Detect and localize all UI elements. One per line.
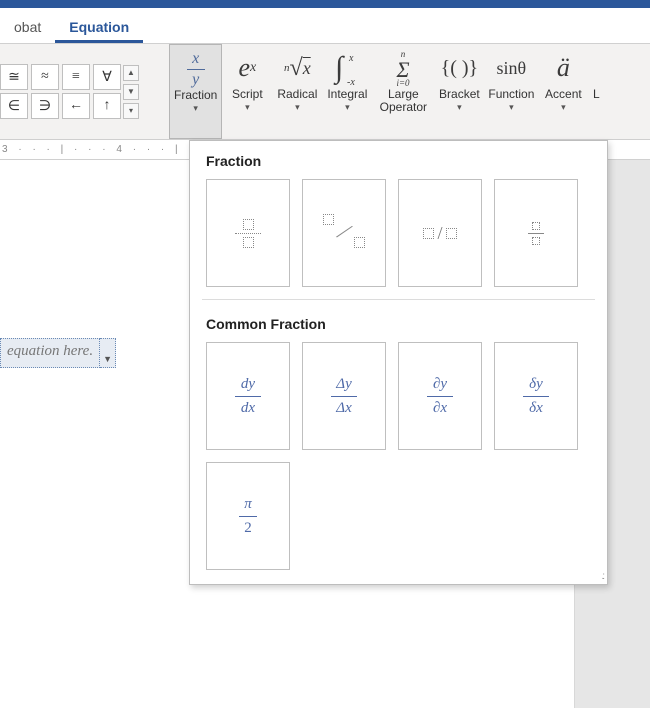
fraction-denominator: 2 [244,520,252,537]
svg-text:-x: -x [347,77,355,87]
symbol-cell[interactable]: ← [62,93,90,119]
title-bar [0,0,650,8]
symbol-cell[interactable]: ↑ [93,93,121,119]
symbols-scroll-down[interactable]: ▼ [123,84,139,100]
fraction-small[interactable] [494,179,578,287]
fraction-denominator: ∂x [433,400,447,417]
integral-icon: ∫x -x [327,48,367,88]
symbol-cell[interactable]: ≈ [31,64,59,90]
symbols-scroll-up[interactable]: ▲ [123,65,139,81]
fraction-numerator: Δy [336,376,351,393]
symbol-cell[interactable]: ≡ [62,64,90,90]
ribbon: ≅ ≈ ≡ ∀ ∈ ∋ ← ↑ ▲ ▼ ▾ xy Fraction ▾ ex S… [0,44,650,140]
svg-text:i=0: i=0 [397,78,411,87]
chevron-down-icon: ▾ [457,102,462,113]
fraction-gallery-dropdown: Fraction ⁄ / Common Fraction dy dx Δy Δx ∂… [189,140,608,585]
bracket-icon: {( )} [441,48,479,88]
fraction-numerator: ∂y [433,376,447,393]
chevron-down-icon: ▾ [509,102,514,113]
integral-label: Integral [327,88,367,101]
common-fraction-delta-y-x[interactable]: Δy Δx [302,342,386,450]
svg-text:x: x [348,53,354,64]
fraction-skewed[interactable]: ⁄ [302,179,386,287]
large-operator-label: Large Operator [380,88,427,114]
script-icon: ex [238,48,256,88]
symbol-cell[interactable]: ≅ [0,64,28,90]
limit-button-partial[interactable]: L [588,44,600,139]
fraction-button[interactable]: xy Fraction ▾ [169,44,222,139]
radical-button[interactable]: n√x Radical ▾ [272,44,322,139]
chevron-down-icon: ▾ [193,103,198,114]
ribbon-tab-strip: obat Equation [0,8,650,44]
integral-button[interactable]: ∫x -x Integral ▾ [322,44,372,139]
function-button[interactable]: sinθ Function ▾ [484,44,538,139]
accent-icon: ä [557,48,570,88]
sigma-icon: nΣi=0 [383,48,423,88]
fraction-denominator: Δx [336,400,351,417]
fraction-section-title: Fraction [190,141,607,179]
symbol-cell[interactable]: ∋ [31,93,59,119]
equation-options-dropdown[interactable]: ▼ [100,338,116,368]
symbols-spinner: ▲ ▼ ▾ [123,44,139,139]
fraction-icon: xy [187,49,205,89]
fraction-denominator: δx [529,400,543,417]
common-fraction-section-title: Common Fraction [190,304,607,342]
script-button[interactable]: ex Script ▾ [222,44,272,139]
bracket-label: Bracket [439,88,480,101]
radical-label: Radical [277,88,317,101]
limit-label-partial: L [593,88,600,101]
fraction-numerator: π [244,496,252,513]
common-fraction-partial-y-x[interactable]: ∂y ∂x [398,342,482,450]
structures-group: xy Fraction ▾ ex Script ▾ n√x Radical ▾ … [169,44,600,139]
symbols-expand[interactable]: ▾ [123,103,139,119]
fraction-numerator: dy [241,376,255,393]
accent-button[interactable]: ä Accent ▾ [538,44,588,139]
chevron-down-icon: ▾ [345,102,350,113]
tab-equation[interactable]: Equation [55,11,143,43]
equation-content-control[interactable]: equation here. ▼ [0,338,116,368]
chevron-down-icon: ▾ [245,102,250,113]
fraction-stacked[interactable] [206,179,290,287]
bracket-button[interactable]: {( )} Bracket ▾ [434,44,484,139]
function-icon: sinθ [497,48,527,88]
common-fraction-pi-2[interactable]: π2 [206,462,290,570]
function-label: Function [488,88,534,101]
resize-grip-icon[interactable]: .: [601,571,603,582]
common-fraction-dy-dx[interactable]: dy dx [206,342,290,450]
fraction-numerator: δy [529,376,543,393]
script-label: Script [232,88,263,101]
symbol-cell[interactable]: ∈ [0,93,28,119]
fraction-denominator: dx [241,400,255,417]
equation-placeholder-text[interactable]: equation here. [0,338,100,368]
chevron-down-icon: ▾ [561,102,566,113]
radical-icon: n√x [284,48,311,88]
common-fraction-delta-small-y-x[interactable]: δy δx [494,342,578,450]
large-operator-button[interactable]: nΣi=0 Large Operator [372,44,434,139]
accent-label: Accent [545,88,582,101]
tab-acrobat-partial[interactable]: obat [0,11,55,43]
chevron-down-icon: ▾ [295,102,300,113]
fraction-linear[interactable]: / [398,179,482,287]
svg-text:∫: ∫ [333,51,345,86]
fraction-label: Fraction [174,89,217,102]
symbols-gallery: ≅ ≈ ≡ ∀ ∈ ∋ ← ↑ [0,44,123,139]
symbol-cell[interactable]: ∀ [93,64,121,90]
